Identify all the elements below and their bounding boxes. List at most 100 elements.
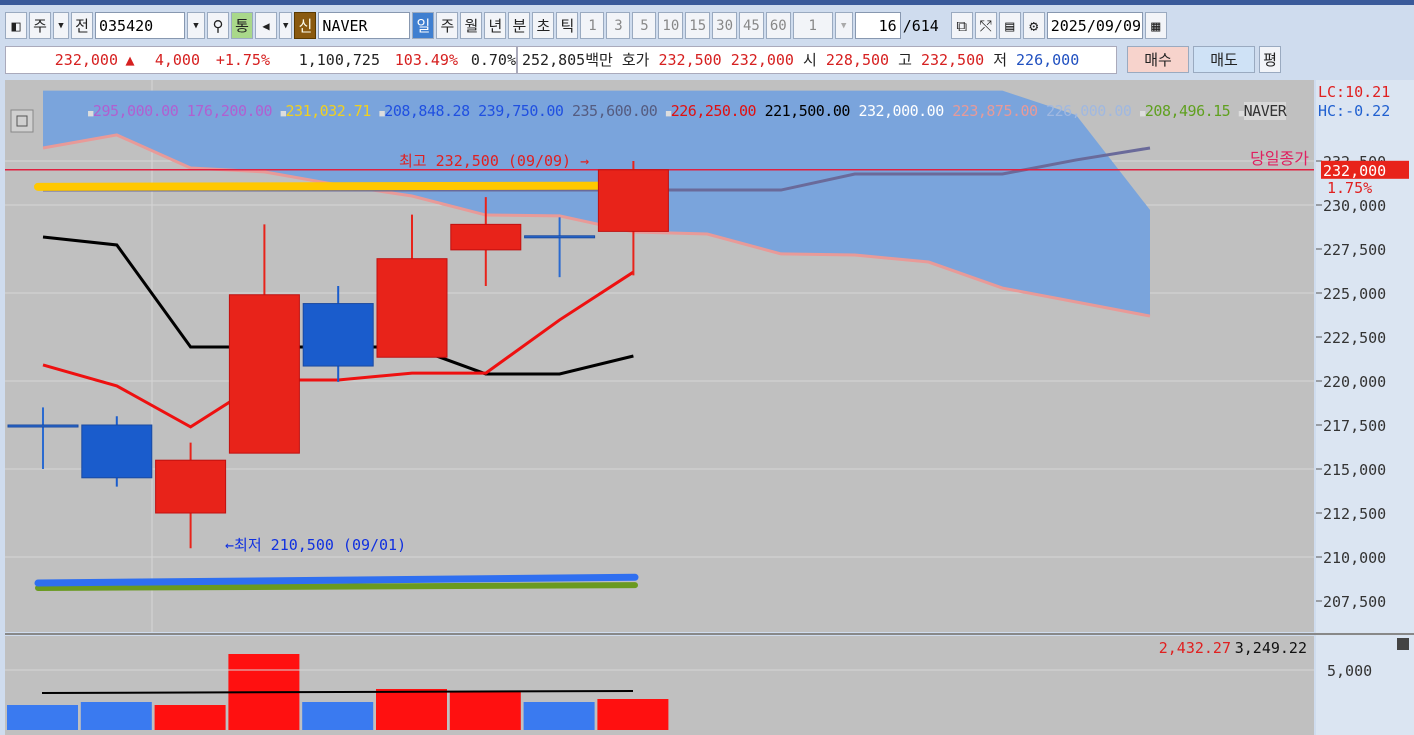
volume-bar xyxy=(80,702,152,730)
volume-bar xyxy=(302,702,374,730)
hc-label: HC:-0.22 xyxy=(1318,102,1390,120)
low-annotation: ←최저 210,500 (09/01) xyxy=(225,536,406,554)
legend-value: 226,250.00 xyxy=(670,102,757,120)
change-percent: +1.75% xyxy=(215,50,270,69)
date-input[interactable]: 2025/09/09 xyxy=(1046,12,1143,39)
legend-value: 208,848.28 xyxy=(384,102,470,120)
market-label: 주 xyxy=(33,17,47,35)
bid-price: 232,000 xyxy=(730,50,794,69)
high-label: 고 xyxy=(898,51,912,69)
quote-bar: 232,000 ▲ 4,000 +1.75% 1,100,725 103.49%… xyxy=(5,45,1281,74)
price-axis-label: 225,000 xyxy=(1323,285,1386,303)
multiplier-dropdown-icon[interactable]: ▼ xyxy=(834,12,853,39)
legend-value: 231,032.71 xyxy=(285,102,372,120)
price-axis-label: 210,000 xyxy=(1323,549,1386,567)
interval-5[interactable]: 5 xyxy=(632,12,657,39)
open-label: 시 xyxy=(803,51,817,69)
interval-10[interactable]: 10 xyxy=(658,12,684,39)
credit-button[interactable]: 신 xyxy=(294,12,317,39)
current-percent-label: 1.75% xyxy=(1327,179,1372,197)
lc-label: LC:10.21 xyxy=(1318,83,1390,101)
candle-body xyxy=(81,424,153,479)
candle-body xyxy=(7,424,79,428)
turnover-rate: 0.70% xyxy=(470,50,516,69)
candle-body xyxy=(597,169,669,232)
price-axis-label: 230,000 xyxy=(1323,197,1386,215)
legend-value: 226,000.00 xyxy=(1046,102,1132,120)
legend-value: 208,496.15 xyxy=(1144,102,1231,120)
price-axis-label: 222,500 xyxy=(1323,329,1386,347)
volume-legend-value: 2,432.27 xyxy=(1159,639,1231,657)
speaker-dropdown-icon[interactable]: ▼ xyxy=(279,12,293,39)
speaker-icon[interactable]: ◀ xyxy=(255,12,277,39)
comm-button[interactable]: 통 xyxy=(231,12,253,39)
sell-button[interactable]: 매도 xyxy=(1193,46,1255,73)
period-week[interactable]: 주 xyxy=(436,12,459,39)
current-price-label: 232,000 xyxy=(1323,162,1386,180)
price-axis-label: 207,500 xyxy=(1323,593,1386,611)
volume-bar xyxy=(376,688,447,730)
interval-30[interactable]: 30 xyxy=(712,12,737,39)
interval-1[interactable]: 1 xyxy=(580,12,605,39)
market-dropdown-icon[interactable]: ▼ xyxy=(53,12,69,39)
today-close-label: 당일종가 xyxy=(1250,149,1309,168)
stock-name-field[interactable]: NAVER xyxy=(318,12,411,39)
volume-ratio: 103.49% xyxy=(394,50,458,69)
save-icon[interactable]: ▤ xyxy=(998,12,1021,39)
calendar-icon[interactable]: ▦ xyxy=(1144,12,1167,39)
low-price: 226,000 xyxy=(1016,50,1080,69)
code-dropdown-icon[interactable]: ▼ xyxy=(187,12,205,39)
interval-15[interactable]: 15 xyxy=(685,12,711,39)
maximize-pane-icon xyxy=(1397,638,1409,650)
price-axis-label: 217,500 xyxy=(1323,417,1386,435)
price-axis-label: 227,500 xyxy=(1323,241,1386,259)
legend-value: 295,000.00 xyxy=(92,102,179,120)
volume-bar xyxy=(523,702,595,730)
trade-amount: 252,805백만 xyxy=(522,51,613,69)
current-price: 232,000 xyxy=(54,50,118,69)
candle-body xyxy=(450,223,522,251)
period-year[interactable]: 년 xyxy=(484,12,507,39)
volume-bar xyxy=(7,705,78,730)
all-button[interactable]: 전 xyxy=(71,12,93,39)
legend-value: 176,200.00 xyxy=(186,102,273,120)
period-month[interactable]: 월 xyxy=(460,12,483,39)
price-change: 4,000 xyxy=(154,50,200,69)
candle-body xyxy=(524,235,596,239)
multiplier-select[interactable]: 1 xyxy=(792,12,833,39)
gear-icon[interactable]: ⚙ xyxy=(1022,12,1045,39)
interval-60[interactable]: 60 xyxy=(765,12,791,39)
volume-bar xyxy=(154,705,226,730)
yellow-average-line xyxy=(34,181,639,191)
price-axis-label: 215,000 xyxy=(1323,461,1386,479)
indicator-grid-icon xyxy=(10,109,34,133)
candle-body xyxy=(376,258,448,358)
price-chart[interactable]: 232,500230,000227,500225,000222,500220,0… xyxy=(5,80,1414,735)
legend-value: 235,600.00 xyxy=(571,102,658,120)
panel-toggle-icon[interactable]: ◧ xyxy=(5,12,27,39)
period-second[interactable]: 초 xyxy=(532,12,555,39)
indicator-add-icon[interactable]: ⤲ xyxy=(974,12,997,39)
volume-axis-label: 5,000 xyxy=(1327,662,1372,680)
buy-button[interactable]: 매수 xyxy=(1127,46,1189,73)
high-annotation: 최고 232,500 (09/09) → xyxy=(399,152,589,170)
period-minute[interactable]: 분 xyxy=(508,12,531,39)
total-count: /614 xyxy=(902,16,939,35)
candle-add-icon[interactable]: ⧉ xyxy=(950,12,973,39)
ask-label: 호가 xyxy=(621,51,650,69)
volume-value: 1,100,725 xyxy=(298,50,380,69)
legend-value: 221,500.00 xyxy=(764,102,851,120)
legend-value: 239,750.00 xyxy=(478,102,564,120)
count-input[interactable]: 16 xyxy=(854,12,901,39)
stock-code-input[interactable]: 035420 xyxy=(95,12,185,39)
market-select[interactable]: 주 xyxy=(29,12,51,39)
search-icon[interactable]: ⚲ xyxy=(207,12,229,39)
toolbar: ◧ 주 ▼ 전 035420 ▼ ⚲ 통 ◀ ▼ 신 NAVER 일 주 월 년… xyxy=(5,11,1167,40)
volume-legend-value: 3,249.22 xyxy=(1235,639,1307,657)
interval-3[interactable]: 3 xyxy=(606,12,631,39)
period-tick[interactable]: 틱 xyxy=(556,12,579,39)
interval-45[interactable]: 45 xyxy=(739,12,764,39)
price-axis-label: 212,500 xyxy=(1323,505,1386,523)
period-day[interactable]: 일 xyxy=(412,12,435,39)
eval-button[interactable]: 평 xyxy=(1259,46,1281,73)
